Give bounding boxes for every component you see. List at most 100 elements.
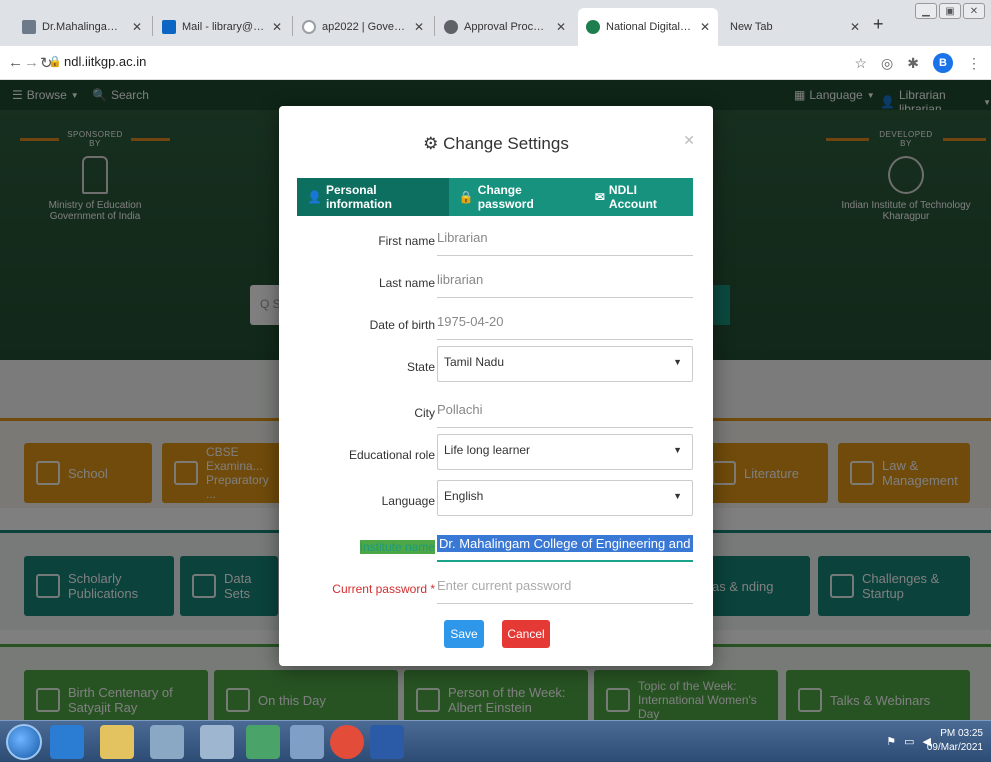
tab-label: Personal information (325, 183, 392, 211)
tab-personal-information[interactable]: 👤 Personal information (297, 178, 449, 216)
tab-change-password[interactable]: 🔒 Change password (449, 178, 585, 216)
close-icon[interactable]: ✕ (683, 132, 695, 149)
chevron-down-icon: ▼ (673, 491, 682, 501)
role-select[interactable]: Life long learner ▼ (437, 434, 693, 470)
browser-tab-6[interactable]: New Tab ✕ (722, 8, 868, 46)
last-name-field[interactable]: librarian (437, 266, 693, 298)
close-tab-icon[interactable]: ✕ (272, 20, 282, 34)
envelope-icon: ✉ (594, 190, 605, 204)
cancel-button[interactable]: Cancel (502, 620, 550, 648)
puzzle-icon[interactable]: ✱ (907, 55, 919, 72)
institute-label: Institute name (359, 540, 435, 554)
close-tab-icon[interactable]: ✕ (132, 20, 142, 34)
institute-value: Dr. Mahalingam College of Engineering an… (437, 535, 693, 552)
close-tab-icon[interactable]: ✕ (850, 20, 860, 34)
back-icon[interactable]: ← (8, 54, 23, 71)
role-value: Life long learner (444, 443, 531, 457)
browser-tab-3[interactable]: ap2022 | Government of ✕ (294, 8, 432, 46)
forward-icon[interactable]: → (24, 54, 39, 71)
institute-row: Institute name Dr. Mahalingam College of… (297, 530, 693, 566)
calculator-icon[interactable] (150, 725, 184, 759)
profile-avatar[interactable]: B (933, 53, 953, 73)
language-value: English (444, 489, 484, 503)
start-button[interactable] (6, 724, 42, 760)
new-tab-icon[interactable]: + (873, 14, 884, 35)
snipping-icon[interactable] (290, 725, 324, 759)
url-text[interactable]: ndl.iitkgp.ac.in (64, 54, 146, 69)
tab-title: ap2022 | Government of (322, 21, 408, 33)
tab-separator (152, 16, 153, 36)
role-row: Educational role Life long learner ▼ (297, 434, 693, 470)
tab-separator (292, 16, 293, 36)
language-label: Language (381, 494, 435, 508)
windows-taskbar: ⚑ ▭ ◀ PM 03:25 09/Mar/2021 (0, 720, 991, 762)
browser-tab-2[interactable]: Mail - library@drmcet.ac ✕ (154, 8, 290, 46)
ie-icon[interactable] (50, 725, 84, 759)
tab-title: Dr.Mahalingam College (42, 21, 126, 33)
state-select[interactable]: Tamil Nadu ▼ (437, 346, 693, 382)
close-tab-icon[interactable]: ✕ (700, 20, 710, 34)
chevron-down-icon: ▼ (673, 445, 682, 455)
last-name-row: Last name librarian (297, 266, 693, 302)
tab-title: National Digital Library (606, 21, 694, 33)
star-icon[interactable]: ☆ (854, 55, 867, 72)
sticky-icon[interactable] (200, 725, 234, 759)
browser-tab-bar: Dr.Mahalingam College ✕ Mail - library@d… (0, 0, 991, 46)
system-tray: ⚑ ▭ ◀ (886, 735, 931, 748)
state-row: State Tamil Nadu ▼ (297, 346, 693, 382)
state-label: State (406, 360, 435, 374)
city-row: City Pollachi (297, 396, 693, 432)
close-tab-icon[interactable]: ✕ (556, 20, 566, 34)
network-icon[interactable]: ▭ (904, 735, 914, 748)
menu-icon[interactable]: ⋮ (967, 55, 981, 72)
tab-title: Mail - library@drmcet.ac (182, 21, 266, 33)
password-label: Current password * (332, 582, 435, 596)
extension-icon[interactable]: ◎ (881, 55, 893, 72)
clock-date: 09/Mar/2021 (926, 742, 983, 753)
minimize-icon[interactable]: ▁ (915, 3, 937, 19)
institute-field[interactable]: Dr. Mahalingam College of Engineering an… (437, 530, 693, 562)
settings-tabs: 👤 Personal information 🔒 Change password… (297, 178, 693, 216)
lock-icon[interactable]: 🔒 (48, 55, 62, 68)
clock[interactable]: PM 03:25 09/Mar/2021 (927, 727, 983, 755)
dob-row: Date of birth 1975-04-20 (297, 308, 693, 344)
college-favicon-icon (22, 20, 36, 34)
loading-icon (302, 20, 316, 34)
first-name-field[interactable]: Librarian (437, 224, 693, 256)
password-field[interactable]: Enter current password (437, 572, 693, 604)
user-icon: 👤 (307, 190, 322, 204)
gears-icon: ⚙ (423, 134, 439, 153)
chevron-down-icon: ▼ (673, 357, 682, 367)
close-tab-icon[interactable]: ✕ (414, 20, 424, 34)
excel-icon[interactable] (246, 725, 280, 759)
language-row: Language English ▼ (297, 480, 693, 516)
maximize-icon[interactable]: ▣ (939, 3, 961, 19)
flag-icon[interactable]: ⚑ (886, 735, 896, 748)
browser-tab-5[interactable]: National Digital Library ✕ (578, 8, 718, 46)
role-label: Educational role (348, 448, 435, 462)
folder-icon[interactable] (100, 725, 134, 759)
tab-ndli-account[interactable]: ✉ NDLI Account (585, 178, 693, 216)
browser-tab-4[interactable]: Approval Process Handb ✕ (436, 8, 574, 46)
tab-label: Change password (477, 183, 534, 211)
modal-title: ⚙ Change Settings (279, 134, 713, 154)
change-settings-modal: ⚙ Change Settings ✕ 👤 Personal informati… (279, 106, 713, 666)
window-controls: ▁ ▣ ✕ (915, 3, 985, 19)
ndl-favicon-icon (586, 20, 600, 34)
chrome-icon[interactable] (330, 725, 364, 759)
city-field[interactable]: Pollachi (437, 396, 693, 428)
last-name-label: Last name (378, 276, 435, 290)
first-name-label: First name (378, 234, 435, 248)
browser-tab-1[interactable]: Dr.Mahalingam College ✕ (14, 8, 150, 46)
word-icon[interactable] (370, 725, 404, 759)
dob-field[interactable]: 1975-04-20 (437, 308, 693, 340)
lock-icon: 🔒 (458, 190, 474, 204)
tab-title: Approval Process Handb (464, 21, 550, 33)
close-window-icon[interactable]: ✕ (963, 3, 985, 19)
first-name-row: First name Librarian (297, 224, 693, 260)
clock-time: PM 03:25 (940, 728, 983, 739)
state-value: Tamil Nadu (444, 355, 505, 369)
modal-title-text: Change Settings (443, 134, 569, 153)
language-select[interactable]: English ▼ (437, 480, 693, 516)
save-button[interactable]: Save (444, 620, 484, 648)
